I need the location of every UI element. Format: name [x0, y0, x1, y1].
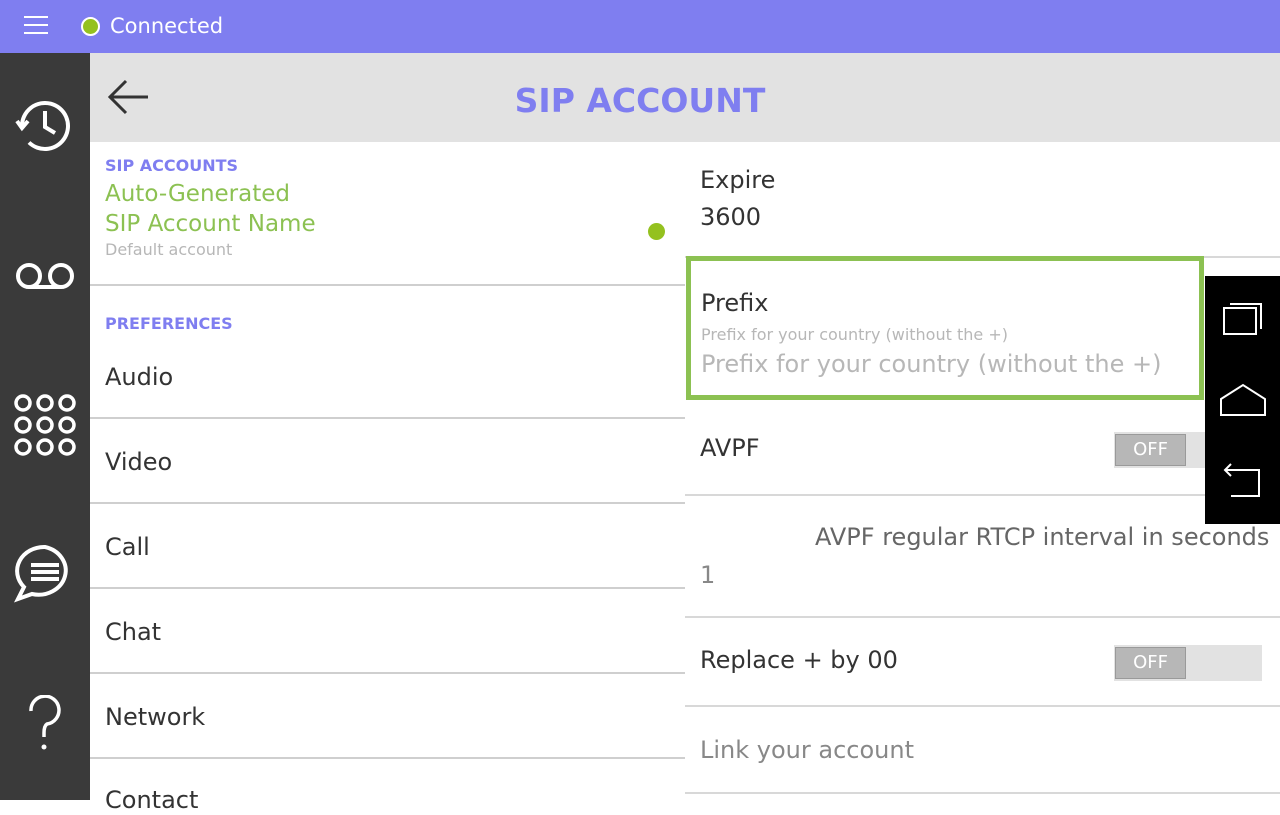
avpf-label: AVPF — [700, 434, 760, 462]
account-name-line1[interactable]: Auto-Generated — [105, 179, 290, 209]
divider — [90, 587, 685, 589]
divider — [90, 284, 685, 286]
pref-item-video[interactable]: Video — [105, 447, 172, 477]
divider — [685, 705, 1280, 707]
divider — [685, 792, 1280, 794]
preferences-section-label: PREFERENCES — [105, 314, 233, 333]
pref-item-contact[interactable]: Contact — [105, 785, 198, 815]
top-bar: Connected — [0, 0, 1280, 53]
system-back-button[interactable] — [1205, 440, 1280, 520]
prefix-hint: Prefix for your country (without the +) — [701, 325, 1008, 344]
prefix-input[interactable] — [701, 350, 1191, 378]
left-nav-rail — [0, 53, 90, 800]
home-icon — [1219, 383, 1266, 416]
history-icon — [15, 100, 70, 151]
replace-plus-toggle-state: OFF — [1115, 647, 1186, 679]
replace-plus-toggle[interactable]: OFF — [1114, 645, 1262, 681]
divider — [685, 494, 1280, 496]
home-button[interactable] — [1205, 360, 1280, 440]
history-nav-button[interactable] — [0, 61, 90, 191]
account-name-line2[interactable]: SIP Account Name — [105, 209, 316, 239]
prefix-field-focused[interactable]: Prefix Prefix for your country (without … — [686, 256, 1204, 400]
divider — [90, 502, 685, 504]
expire-label: Expire — [700, 166, 776, 194]
avpf-interval-label: AVPF regular RTCP interval in seconds — [815, 523, 1270, 551]
voicemail-icon — [16, 263, 74, 289]
voicemail-nav-button[interactable] — [0, 211, 90, 341]
divider — [90, 757, 685, 759]
avpf-interval-value[interactable]: 1 — [700, 560, 715, 590]
page-header: SIP ACCOUNT — [90, 53, 1280, 142]
pref-item-chat[interactable]: Chat — [105, 617, 161, 647]
dialpad-nav-button[interactable] — [0, 360, 90, 490]
settings-left-panel: SIP ACCOUNTS Auto-Generated SIP Account … — [90, 142, 685, 814]
connection-status-text: Connected — [110, 14, 224, 38]
system-nav-bar — [1205, 276, 1280, 524]
divider — [90, 672, 685, 674]
settings-right-panel: Expire 3600 Prefix Prefix for your count… — [685, 142, 1280, 800]
expire-value[interactable]: 3600 — [700, 202, 761, 232]
sip-accounts-section-label: SIP ACCOUNTS — [105, 156, 239, 175]
connection-status-dot — [81, 17, 100, 36]
recent-apps-icon — [1222, 303, 1262, 335]
divider — [685, 616, 1280, 618]
dialpad-icon — [14, 394, 76, 456]
recent-apps-button[interactable] — [1205, 278, 1280, 358]
hamburger-menu-icon[interactable] — [24, 16, 48, 36]
link-account-item[interactable]: Link your account — [700, 735, 914, 765]
account-default-label: Default account — [105, 240, 233, 259]
back-icon — [1223, 463, 1260, 497]
chat-icon — [13, 544, 68, 603]
pref-item-audio[interactable]: Audio — [105, 362, 173, 392]
pref-item-network[interactable]: Network — [105, 702, 205, 732]
prefix-label: Prefix — [701, 289, 769, 317]
replace-plus-label: Replace + by 00 — [700, 646, 898, 674]
pref-item-call[interactable]: Call — [105, 532, 150, 562]
account-status-dot — [648, 223, 665, 240]
chat-nav-button[interactable] — [0, 509, 90, 639]
page-title: SIP ACCOUNT — [514, 81, 766, 120]
help-icon — [29, 695, 61, 750]
avpf-toggle-state: OFF — [1115, 434, 1186, 466]
help-nav-button[interactable] — [0, 660, 90, 790]
divider — [90, 417, 685, 419]
